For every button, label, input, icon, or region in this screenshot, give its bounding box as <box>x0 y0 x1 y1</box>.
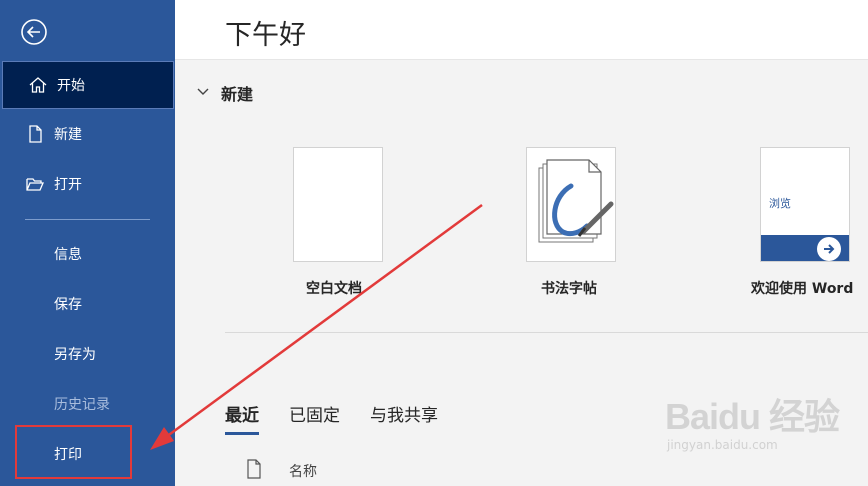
template-name: 空白文档 <box>306 281 362 297</box>
thumbnail-browse-text: 浏览 <box>769 197 791 210</box>
new-document-icon <box>24 123 46 145</box>
sidebar-item-info[interactable]: 信息 <box>0 230 175 278</box>
page-title: 下午好 <box>225 20 306 51</box>
section-title: 新建 <box>221 85 254 104</box>
tab-pinned[interactable]: 已固定 <box>289 401 340 435</box>
watermark-url: jingyan.baidu.com <box>667 438 778 452</box>
header: 下午好 <box>175 0 868 60</box>
chevron-down-icon <box>195 83 211 103</box>
arrow-right-icon <box>817 237 841 261</box>
sidebar-item-save[interactable]: 保存 <box>0 280 175 328</box>
sidebar-item-home[interactable]: 开始 <box>2 61 174 109</box>
sidebar-divider <box>25 219 150 220</box>
sidebar-item-history: 历史记录 <box>0 380 175 428</box>
sidebar-item-new[interactable]: 新建 <box>0 110 175 158</box>
sidebar-item-label: 开始 <box>57 78 85 94</box>
template-thumbnail: 浏览 <box>760 147 850 262</box>
sidebar-item-label: 保存 <box>54 297 82 313</box>
section-divider <box>225 332 868 333</box>
sidebar-item-label: 打开 <box>54 177 82 193</box>
home-icon <box>27 74 49 96</box>
template-thumbnail <box>293 147 383 262</box>
backstage-sidebar: 开始 新建 打开 信息 保存 另存为 历史记录 打印 <box>0 0 175 486</box>
tab-recent[interactable]: 最近 <box>225 401 259 435</box>
sidebar-item-label: 新建 <box>54 127 82 143</box>
calligraphy-icon <box>538 159 614 243</box>
template-name: 书法字帖 <box>541 281 597 297</box>
sidebar-item-label: 信息 <box>54 247 82 263</box>
file-tabs: 最近 已固定 与我共享 <box>225 401 468 435</box>
back-arrow-icon[interactable] <box>20 18 48 46</box>
print-highlight-box <box>15 425 132 479</box>
file-type-icon <box>245 459 263 483</box>
file-list-header: 名称 <box>245 459 317 483</box>
column-name-header[interactable]: 名称 <box>289 461 317 481</box>
baidu-watermark-logo: Baidu 经验 jingyan.baidu.com <box>665 388 840 452</box>
sidebar-item-save-as[interactable]: 另存为 <box>0 330 175 378</box>
template-thumbnail <box>526 147 616 262</box>
sidebar-item-label: 另存为 <box>54 347 96 363</box>
template-name: 欢迎使用 Word <box>751 281 854 297</box>
watermark-brand: Baidu 经验 <box>665 396 840 437</box>
tab-shared[interactable]: 与我共享 <box>370 401 438 435</box>
folder-open-icon <box>24 173 46 195</box>
sidebar-item-open[interactable]: 打开 <box>0 160 175 208</box>
new-section-toggle[interactable]: 新建 <box>195 81 253 105</box>
sidebar-item-label: 历史记录 <box>54 397 110 413</box>
